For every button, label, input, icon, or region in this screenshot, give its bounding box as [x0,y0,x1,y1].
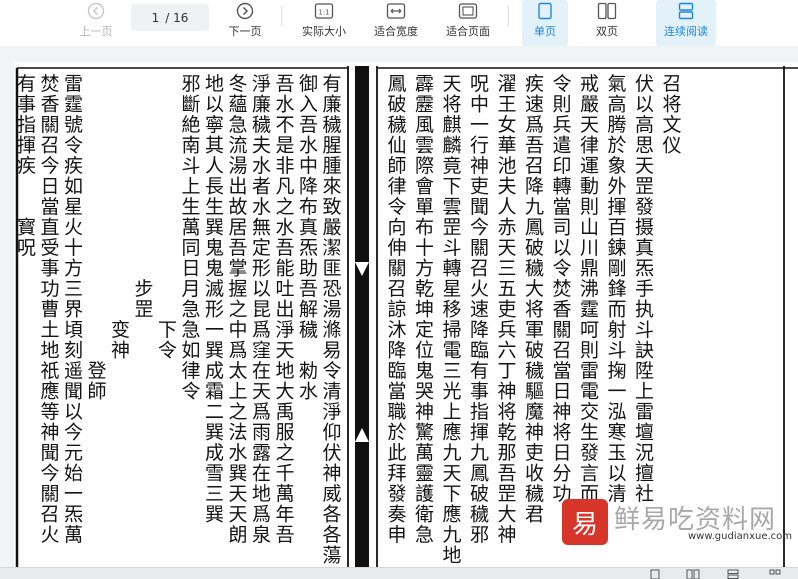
right-page-text-column: 鳳破穢仙師律令向伸關召諒沐降臨當職於此拜發奏申 [387,73,406,546]
right-page-text-column: 濯王女華池夫人赤天三五吏兵六丁神将乾那吾罡大神 [497,73,516,546]
fit-page-label: 适合页面 [446,25,490,38]
page-indicator[interactable]: 1 / 16 [131,4,209,31]
right-page-text-column: 伏以高思天罡發摄真炁手执斗訣陞上雷壇況擅社 [635,73,654,505]
grid-view-mini-icon[interactable] [768,569,782,579]
fit-page-button[interactable]: 适合页面 [440,0,496,46]
continuous-reading-label: 连续阅读 [664,25,708,38]
single-page-button[interactable]: 单页 [522,0,568,46]
fit-width-icon [386,2,406,20]
toolbar-divider [508,6,509,26]
chevron-right-icon [236,2,254,20]
single-page-label: 单页 [534,25,556,38]
double-page-label: 双页 [596,25,618,38]
left-page-text-column: 登師 [87,73,106,403]
left-page-text-column: 御入吾水中降布真炁助吾解穢 勑水 [299,73,318,403]
actual-size-button[interactable]: 1:1 实际大小 [296,0,352,46]
left-page-text-column: 有廉穢腥腫來致嚴潔匪恐湯滌易令清淨仰伏神威各各蕩 [322,73,341,567]
document-page: 有廉穢腥腫來致嚴潔匪恐湯滌易令清淨仰伏神威各各蕩 御入吾水中降布真炁助吾解穢 勑水… [14,62,798,567]
left-page-text-column: 淨廉穢夫水者水無定形以昆爲窪在天爲雨露在地爲泉 [252,73,271,546]
viewer-toolbar: 上一页 1 / 16 下一页 1:1 实际大小 适合宽度 适合页面 单页 双页 … [0,0,798,46]
right-page-text-column: 令則兵遣印轉當司以令焚香關召當日神将日分功 [552,73,571,505]
right-page-text-column: 戒嚴天律運動則山川鼎沸霆呵則雷電交生發言而 [580,73,599,505]
document-viewport[interactable]: 有廉穢腥腫來致嚴潔匪恐湯滌易令清淨仰伏神威各各蕩 御入吾水中降布真炁助吾解穢 勑水… [0,46,798,567]
prev-page-label: 上一页 [79,25,113,38]
watermark-url: www.gudianxue.com [688,531,793,542]
single-page-mini-icon[interactable] [648,569,662,579]
left-page-text-column: 地以寧其人長生巽鬼鬼滅形一巽成霜二巽成雪三巽 [205,73,224,526]
left-page-text: 有廉穢腥腫來致嚴潔匪恐湯滌易令清淨仰伏神威各各蕩御入吾水中降布真炁助吾解穢 勑水… [17,73,342,567]
right-page-text: 召将文仪伏以高思天罡發摄真炁手执斗訣陞上雷壇況擅社氣高腾於象外揮百鍊剛鋒而射斗掬… [387,73,681,567]
left-page-text-column: 下令 [158,73,177,362]
left-page-text-column: 邪斷絶南斗上生萬同日月急急如律令 [181,73,200,403]
next-page-button[interactable]: 下一页 [221,0,269,46]
actual-size-label: 实际大小 [302,25,346,38]
chevron-left-icon [87,2,105,20]
next-page-label: 下一页 [228,25,262,38]
left-page-text-column: 变神 [111,73,130,362]
current-page-input[interactable]: 1 [152,11,160,25]
total-pages: / 16 [165,10,189,25]
toolbar-divider [281,6,282,26]
actual-size-icon-text: 1:1 [318,9,329,17]
continuous-reading-icon [677,2,695,20]
left-page-text-column: 步罡 [134,73,153,321]
fit-width-label: 适合宽度 [374,25,418,38]
double-page-mini-icon[interactable] [686,569,700,579]
single-page-icon [537,2,553,20]
right-page-text-column: 疾速爲吾召降九鳳破穢大将軍破穢驅魔神吏收穢君 [525,73,544,526]
right-page-text-column: 氣高腾於象外揮百鍊剛鋒而射斗掬一泓寒玉以清 [607,73,626,505]
fit-page-icon [458,2,478,20]
actual-size-icon: 1:1 [314,2,334,20]
status-bar [0,567,798,579]
left-page-text-column: 雷霆號令疾如星火十方三界頃刻遥聞以今元始一炁萬 [64,73,83,546]
right-page-text-column: 召将文仪 [662,73,681,157]
prev-page-button[interactable]: 上一页 [72,0,120,46]
right-page-text-column: 霹靂風雲際會單布十方乾坤定位鬼哭神驚萬靈護衛急 [415,73,434,546]
double-page-icon [597,2,617,20]
scanned-page-image: 有廉穢腥腫來致嚴潔匪恐湯滌易令清淨仰伏神威各各蕩御入吾水中降布真炁助吾解穢 勑水… [15,66,798,567]
site-watermark: 易 鲜易吃资料网 www.gudianxue.com [560,497,798,549]
fit-width-button[interactable]: 适合宽度 [368,0,424,46]
left-page-text-column: 冬蘊急流湯出故居吾掌握之中爲太上之法水巽天天朗 [228,73,247,546]
right-page-text-column: 呪中一行神吏聞今關召火速降臨有事指揮九鳳破穢邪 [470,73,489,546]
continuous-reading-button[interactable]: 连续阅读 [656,0,716,46]
double-page-button[interactable]: 双页 [584,0,630,46]
continuous-mini-icon[interactable] [726,569,740,579]
left-page-text-column: 有事指揮疾 寳呪 [17,73,36,259]
left-page-text-column: 吾水不是非凡之水吾能吐出淨天地大禹服之千萬年吾 [275,73,294,546]
right-page-text-column: 天将麒麟竟下雲罡斗轉星移掃電三光上應九天下應九地 [442,73,461,567]
left-page-text-column: 焚香關召今日當直受事功曹土地祇應等神聞今關召火 [40,73,59,546]
watermark-seal: 易 [562,499,608,545]
